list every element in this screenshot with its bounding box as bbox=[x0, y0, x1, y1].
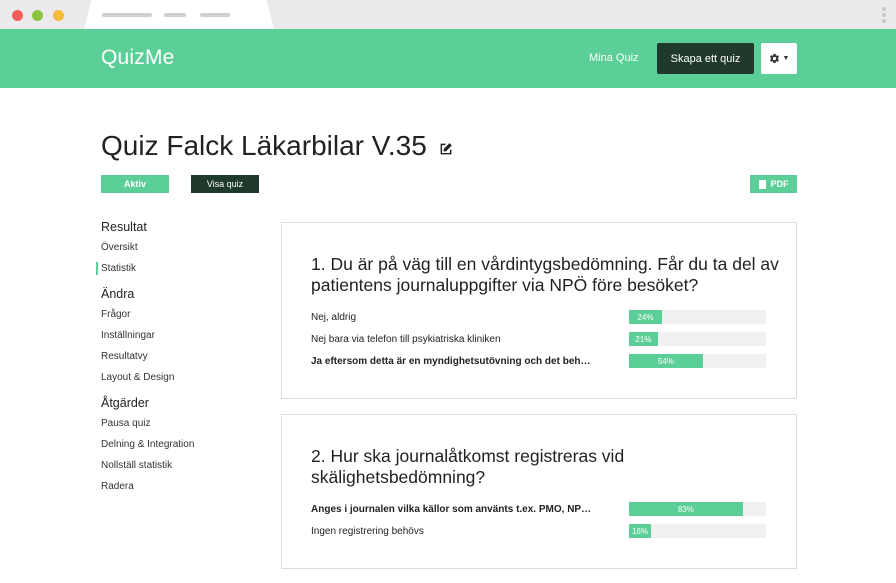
tab-placeholder-bar bbox=[164, 13, 186, 17]
tab-placeholder-bar bbox=[102, 13, 152, 17]
sidebar-heading-resultat: Resultat bbox=[101, 220, 147, 234]
app-header: QuizMe Mina Quiz Skapa ett quiz ▼ bbox=[0, 29, 896, 88]
tab-placeholder-bar bbox=[200, 13, 230, 17]
close-window-dot[interactable] bbox=[12, 10, 23, 21]
browser-tab[interactable] bbox=[84, 0, 274, 29]
sidebar-item-delning-integration[interactable]: Delning & Integration bbox=[101, 434, 261, 455]
app-logo[interactable]: QuizMe bbox=[101, 46, 175, 70]
browser-menu-icon[interactable] bbox=[882, 7, 886, 25]
sidebar-heading-atgarder: Åtgärder bbox=[101, 396, 149, 410]
answer-bar-fill: 83% bbox=[629, 502, 743, 516]
sidebar: Resultat Översikt Statistik Ändra Frågor… bbox=[96, 220, 261, 497]
answer-bar-track: 54% bbox=[629, 354, 766, 368]
answer-percent: 83% bbox=[677, 504, 694, 514]
answer-text: Ja eftersom detta är en myndighetsutövni… bbox=[311, 356, 591, 367]
sidebar-item-oversikt[interactable]: Översikt bbox=[101, 237, 261, 258]
question-title: 2. Hur ska journalåtkomst registreras vi… bbox=[311, 446, 625, 487]
sidebar-item-resultatvy[interactable]: Resultatvy bbox=[101, 346, 261, 367]
answer-bar-track: 83% bbox=[629, 502, 766, 516]
settings-dropdown-button[interactable]: ▼ bbox=[761, 43, 797, 74]
answer-bar-track: 24% bbox=[629, 310, 766, 324]
sidebar-item-installningar[interactable]: Inställningar bbox=[101, 325, 261, 346]
browser-chrome bbox=[0, 0, 896, 29]
minimize-window-dot[interactable] bbox=[32, 10, 43, 21]
sidebar-heading-andra: Ändra bbox=[101, 287, 135, 301]
maximize-window-dot[interactable] bbox=[53, 10, 64, 21]
question-card: 1. Du är på väg till en vårdintygsbedömn… bbox=[281, 222, 797, 399]
answer-bar-fill: 24% bbox=[629, 310, 662, 324]
answer-text: Nej, aldrig bbox=[311, 312, 357, 323]
answer-bar-fill: 16% bbox=[629, 524, 651, 538]
answer-bar-track: 21% bbox=[629, 332, 766, 346]
answer-bar-fill: 54% bbox=[629, 354, 703, 368]
answer-percent: 21% bbox=[635, 334, 652, 344]
answer-text: Nej bara via telefon till psykiatriska k… bbox=[311, 334, 501, 345]
chevron-down-icon: ▼ bbox=[782, 55, 790, 62]
my-quizzes-link[interactable]: Mina Quiz bbox=[589, 52, 639, 64]
document-icon bbox=[758, 179, 766, 189]
pdf-label: PDF bbox=[770, 179, 789, 189]
create-quiz-button[interactable]: Skapa ett quiz bbox=[657, 43, 754, 74]
answer-text: Ingen registrering behövs bbox=[311, 526, 424, 537]
question-title: 1. Du är på väg till en vårdintygsbedömn… bbox=[311, 254, 779, 295]
edit-icon[interactable] bbox=[439, 142, 453, 156]
sidebar-item-pausa-quiz[interactable]: Pausa quiz bbox=[101, 413, 261, 434]
sidebar-item-statistik[interactable]: Statistik bbox=[96, 258, 261, 279]
answer-percent: 16% bbox=[631, 526, 648, 536]
answer-percent: 24% bbox=[637, 312, 654, 322]
answer-bar-fill: 21% bbox=[629, 332, 658, 346]
show-quiz-button[interactable]: Visa quiz bbox=[191, 175, 259, 193]
sidebar-item-nollstall-statistik[interactable]: Nollställ statistik bbox=[101, 455, 261, 476]
sidebar-item-radera[interactable]: Radera bbox=[101, 476, 261, 497]
answer-percent: 54% bbox=[657, 356, 674, 366]
question-card: 2. Hur ska journalåtkomst registreras vi… bbox=[281, 414, 797, 569]
active-status-button[interactable]: Aktiv bbox=[101, 175, 169, 193]
pdf-export-button[interactable]: PDF bbox=[750, 175, 797, 193]
sidebar-item-fragor[interactable]: Frågor bbox=[101, 304, 261, 325]
page-title: Quiz Falck Läkarbilar V.35 bbox=[101, 130, 427, 161]
answer-bar-track: 16% bbox=[629, 524, 766, 538]
sidebar-item-layout-design[interactable]: Layout & Design bbox=[101, 367, 261, 388]
gear-icon bbox=[769, 53, 779, 64]
answer-text: Anges i journalen vilka källor som använ… bbox=[311, 504, 592, 515]
